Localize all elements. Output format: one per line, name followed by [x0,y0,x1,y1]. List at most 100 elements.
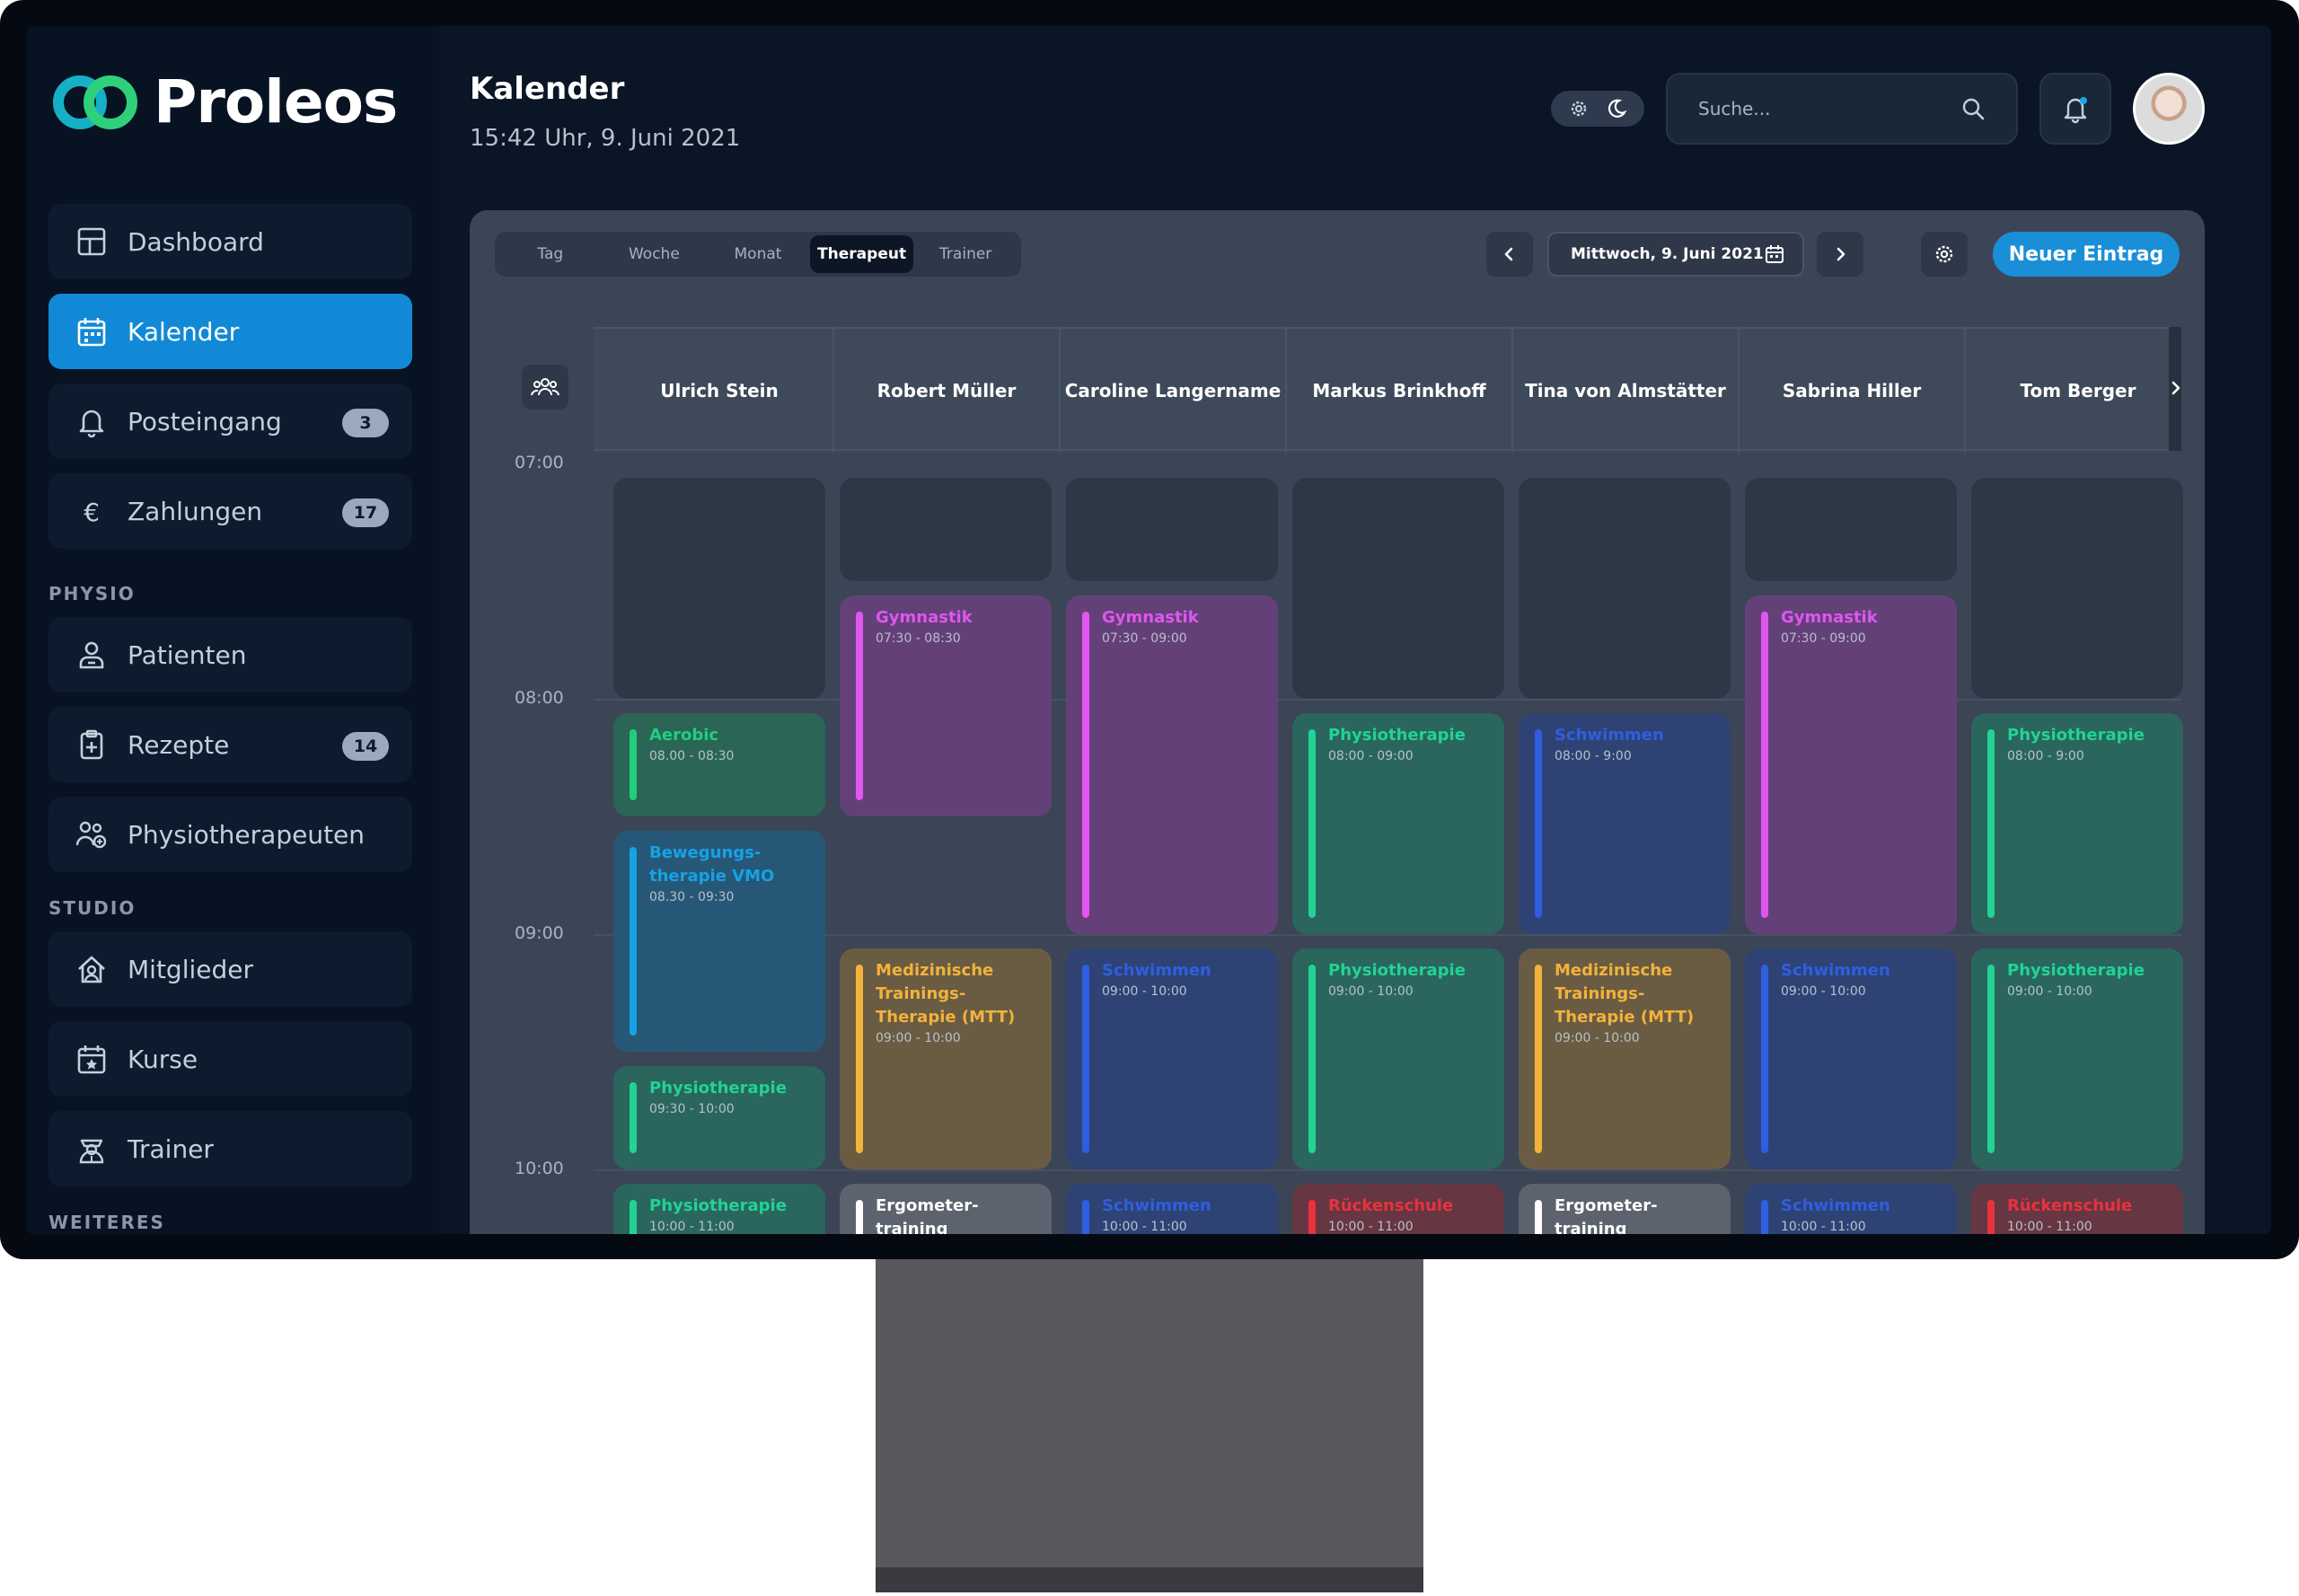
event-time: 10:00 - 11:00 [649,1220,735,1234]
empty-time-slot[interactable] [1519,478,1731,699]
calendar-event[interactable]: Ergometer-training [840,1184,1052,1234]
event-time: 10:00 - 11:00 [2007,1220,2092,1234]
chevron-left-icon [1504,247,1513,261]
sidebar-item-kalender[interactable]: Kalender [48,294,412,369]
calendar-event[interactable]: Schwimmen 10:00 - 11:00 [1745,1184,1957,1234]
column-header-therapist[interactable]: Robert Müller [832,329,1059,453]
calendar-event[interactable]: Schwimmen 08:00 - 9:00 [1519,713,1731,934]
event-title: Bewegungs-therapie VMO [649,843,775,886]
event-title: Aerobic [649,726,719,745]
calendar-event[interactable]: Ergometer-training [1519,1184,1731,1234]
calendar-event[interactable]: Gymnastik 07:30 - 09:00 [1066,595,1278,934]
event-color-bar [1987,1200,1995,1234]
empty-time-slot[interactable] [840,478,1052,581]
empty-time-slot[interactable] [1292,478,1504,699]
event-time: 08:00 - 9:00 [2007,749,2084,763]
calendar-event[interactable]: Physiotherapie 08:00 - 9:00 [1971,713,2183,934]
search-input[interactable]: Suche... [1666,73,2018,145]
sidebar-item-zahlungen[interactable]: € Zahlungen 17 [48,473,412,549]
event-title: Physiotherapie [2007,726,2145,745]
event-time: 10:00 - 11:00 [1328,1220,1414,1234]
sidebar-item-rezepte[interactable]: Rezepte 14 [48,707,412,782]
event-title: Physiotherapie [649,1196,787,1215]
calendar-event[interactable]: Medizinische Trainings-Therapie (MTT) 09:… [840,948,1052,1169]
column-header-therapist[interactable]: Caroline Langername [1059,329,1285,453]
sidebar-item-posteingang[interactable]: Posteingang 3 [48,384,412,459]
tab-trainer[interactable]: Trainer [913,235,1017,273]
sidebar-item-dashboard[interactable]: Dashboard [48,204,412,279]
event-color-bar [1308,965,1316,1153]
event-color-bar [1987,965,1995,1153]
event-title: Physiotherapie [2007,961,2145,980]
sidebar-item-label: Posteingang [128,406,282,436]
calendar-event[interactable]: Medizinische Trainings-Therapie (MTT) 09:… [1519,948,1731,1169]
theme-toggle[interactable] [1551,91,1644,127]
column-header-therapist[interactable]: Ulrich Stein [606,329,832,453]
calendar-event[interactable]: Schwimmen 10:00 - 11:00 [1066,1184,1278,1234]
patient-icon [79,641,104,669]
empty-time-slot[interactable] [1066,478,1278,581]
next-day-button[interactable] [1817,232,1863,277]
calendar-event[interactable]: Rückenschule 10:00 - 11:00 [1971,1184,2183,1234]
event-color-bar [1761,1200,1768,1234]
event-time: 08.30 - 09:30 [649,890,735,904]
column-header-therapist[interactable]: Markus Brinkhoff [1285,329,1511,453]
empty-time-slot[interactable] [613,478,825,699]
tab-tag[interactable]: Tag [498,235,603,273]
event-title: Ergometer-training [876,1196,979,1234]
group-filter-button[interactable] [522,365,568,410]
calendar-event[interactable]: Physiotherapie 09:00 - 10:00 [1292,948,1504,1169]
calendar-event[interactable]: Physiotherapie 10:00 - 11:00 [613,1184,825,1234]
column-header-therapist[interactable]: Tina von Almstätter [1511,329,1738,453]
sidebar-item-trainer[interactable]: Trainer [48,1111,412,1186]
app-screen: Proleos Dashboard Kalender Posteingang 3 € Za… [26,26,2271,1234]
tab-monat[interactable]: Monat [706,235,810,273]
brand-logo[interactable]: Proleos [48,67,398,137]
columns-next-button[interactable] [2169,327,2181,451]
empty-time-slot[interactable] [1745,478,1957,581]
event-color-bar [1082,612,1089,918]
column-header-therapist[interactable]: Tom Berger [1964,329,2190,453]
column-header-therapist[interactable]: Sabrina Hiller [1738,329,1964,453]
sidebar-item-label: Dashboard [128,226,264,257]
date-picker[interactable]: Mittwoch, 9. Juni 2021 [1547,232,1804,277]
sidebar-item-patienten[interactable]: Patienten [48,617,412,692]
chevron-right-icon [1837,247,1845,261]
tab-therapeut[interactable]: Therapeut [809,235,914,273]
calendar-settings-button[interactable] [1921,232,1968,277]
trainer-icon [79,1139,104,1164]
sidebar-item-label: Rezepte [128,729,230,760]
calendar-event[interactable]: Physiotherapie 09:00 - 10:00 [1971,948,2183,1169]
moon-icon [1608,99,1627,118]
calendar-event[interactable]: Gymnastik 07:30 - 08:30 [840,595,1052,816]
bell-icon [2064,97,2087,124]
sidebar-item-mitglieder[interactable]: Mitglieder [48,931,412,1007]
calendar-event[interactable]: Aerobic 08.00 - 08:30 [613,713,825,816]
event-time: 10:00 - 11:00 [1781,1220,1866,1234]
event-title: Physiotherapie [1328,726,1466,745]
group-icon [531,378,559,396]
calendar-event[interactable]: Schwimmen 09:00 - 10:00 [1745,948,1957,1169]
event-color-bar [856,965,863,1153]
calendar-event[interactable]: Gymnastik 07:30 - 09:00 [1745,595,1957,934]
sidebar-item-icon [75,405,108,437]
calendar-event[interactable]: Physiotherapie 08:00 - 09:00 [1292,713,1504,934]
empty-time-slot[interactable] [1971,478,2183,699]
calendar-event[interactable]: Physiotherapie 09:30 - 10:00 [613,1066,825,1169]
event-color-bar [630,847,637,1036]
calendar-event[interactable]: Bewegungs-therapie VMO 08.30 - 09:30 [613,831,825,1052]
user-avatar[interactable] [2133,73,2205,145]
event-color-bar [856,612,863,800]
sidebar-item-icon [75,1133,108,1165]
event-time: 09:00 - 10:00 [1555,1031,1640,1045]
notifications-button[interactable] [2039,73,2111,145]
event-title: Gymnastik [1102,608,1199,627]
sidebar-item-kurse[interactable]: Kurse [48,1021,412,1097]
sidebar-item-physiotherapeuten[interactable]: Physiotherapeuten [48,797,412,872]
prev-day-button[interactable] [1486,232,1533,277]
calendar-event[interactable]: Schwimmen 09:00 - 10:00 [1066,948,1278,1169]
new-entry-button[interactable]: Neuer Eintrag [1993,232,2180,277]
tab-woche[interactable]: Woche [603,235,707,273]
calendar-event[interactable]: Rückenschule 10:00 - 11:00 [1292,1184,1504,1234]
sidebar-item-icon: € [75,495,108,527]
